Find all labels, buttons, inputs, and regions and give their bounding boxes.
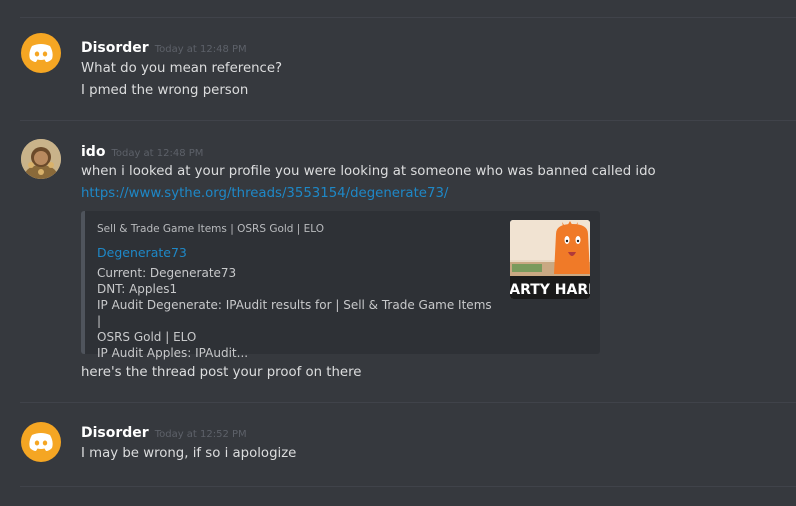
discord-logo-icon xyxy=(29,433,53,451)
timestamp: Today at 12:48 PM xyxy=(154,44,247,55)
username[interactable]: Disorder xyxy=(81,40,149,56)
message-header: Disorder Today at 12:48 PM xyxy=(81,37,247,56)
embed-description-line: OSRS Gold | ELO xyxy=(97,330,197,344)
embed-description: Current: Degenerate73 DNT: Apples1 IP Au… xyxy=(97,265,495,361)
embed-title-link[interactable]: Degenerate73 xyxy=(97,245,187,260)
message-text: What do you mean reference? xyxy=(81,61,283,76)
embed-description-line: Current: Degenerate73 xyxy=(97,266,237,280)
message-text: here's the thread post your proof on the… xyxy=(81,365,362,380)
message-link[interactable]: https://www.sythe.org/threads/3553154/de… xyxy=(81,185,448,203)
message-divider xyxy=(20,402,796,403)
party-hard-image-icon: PARTY HARD xyxy=(510,220,590,299)
embed-provider: Sell & Trade Game Items | OSRS Gold | EL… xyxy=(97,223,325,235)
message-divider xyxy=(20,17,796,18)
username[interactable]: Disorder xyxy=(81,425,149,441)
discord-logo-icon xyxy=(29,44,53,62)
timestamp: Today at 12:52 PM xyxy=(154,429,247,440)
message-text: when i looked at your profile you were l… xyxy=(81,164,656,179)
message-header: Disorder Today at 12:52 PM xyxy=(81,422,247,441)
embed-description-line: IP Audit Degenerate: IPAudit results for… xyxy=(97,298,492,328)
link-embed: Sell & Trade Game Items | OSRS Gold | EL… xyxy=(81,211,600,360)
avatar[interactable] xyxy=(21,422,61,462)
timestamp: Today at 12:48 PM xyxy=(111,148,204,159)
avatar[interactable] xyxy=(21,33,61,73)
embed-thumbnail[interactable]: PARTY HARD xyxy=(510,220,590,299)
message-divider xyxy=(20,486,796,487)
message-divider xyxy=(20,120,796,121)
username[interactable]: ido xyxy=(81,144,105,160)
message-header: ido Today at 12:48 PM xyxy=(81,141,204,160)
svg-text:PARTY HARD: PARTY HARD xyxy=(510,282,590,298)
embed-description-line: IP Audit Apples: IPAudit... xyxy=(97,346,249,360)
avatar[interactable] xyxy=(21,139,61,179)
embed-description-line: DNT: Apples1 xyxy=(97,282,178,296)
message-text: I pmed the wrong person xyxy=(81,83,249,98)
user-photo-icon xyxy=(21,139,61,179)
message-text: I may be wrong, if so i apologize xyxy=(81,446,297,461)
